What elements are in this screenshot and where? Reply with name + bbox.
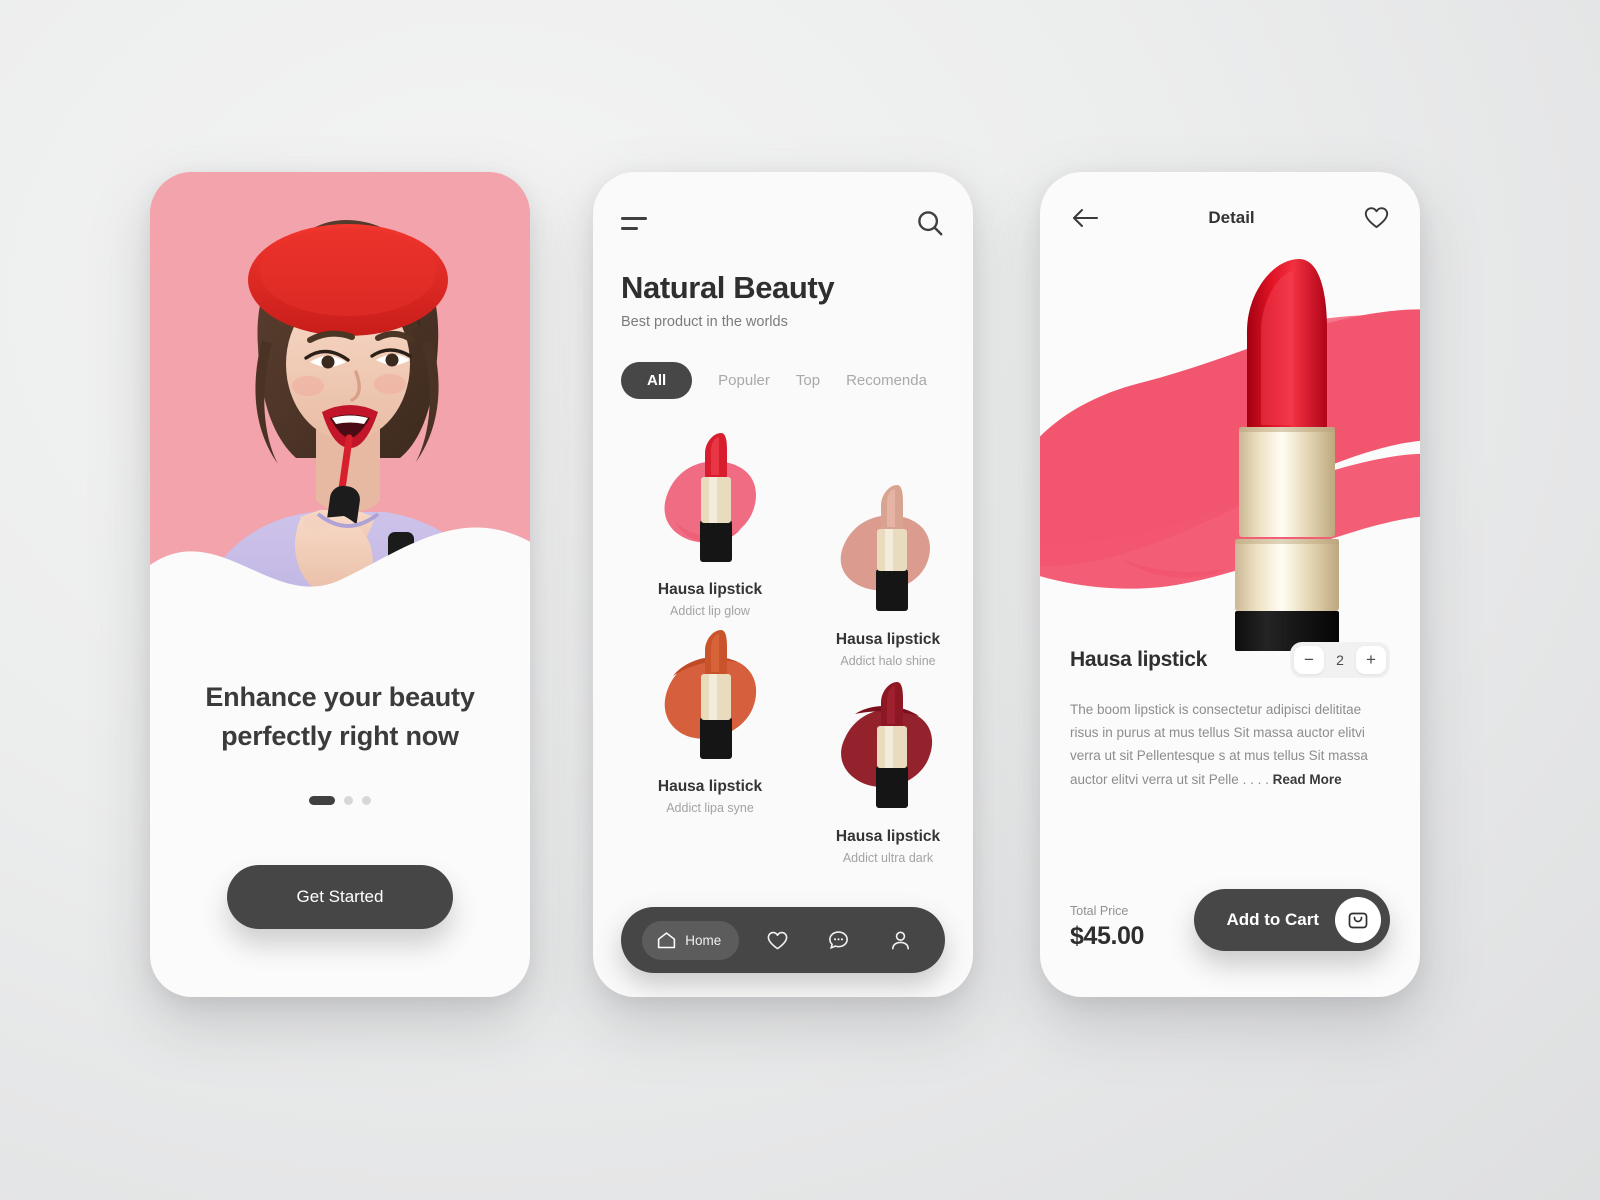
page-title: Enhance your beauty perfectly right now (184, 678, 496, 756)
product-image (803, 475, 973, 625)
quantity-decrease-button[interactable]: − (1294, 646, 1324, 674)
category-tabs: All Populer Top Recomenda (621, 362, 945, 399)
headline-line-1: Enhance your beauty (205, 682, 475, 712)
detail-header: Detail (1040, 172, 1420, 231)
product-title-row: Hausa lipstick − 2 + (1070, 642, 1390, 678)
heart-icon (767, 931, 788, 949)
total-price-label: Total Price (1070, 904, 1129, 918)
product-card[interactable]: Hausa lipstick Addict ultra dark (803, 672, 973, 865)
person-icon (891, 931, 909, 949)
tab-all[interactable]: All (621, 362, 693, 399)
arrow-left-icon[interactable] (1070, 205, 1100, 231)
bottom-navigation: Home (621, 907, 945, 973)
product-desc: Addict halo shine (840, 654, 936, 668)
quantity-value: 2 (1336, 652, 1344, 668)
search-icon[interactable] (915, 208, 945, 238)
product-desc: Addict ultra dark (842, 851, 934, 865)
home-screen: Natural Beauty Best product in the world… (593, 172, 973, 997)
lipstick-illustration (664, 433, 756, 562)
detail-hero-image (1040, 237, 1420, 651)
onboarding-body: Enhance your beauty perfectly right now … (150, 632, 530, 930)
nav-item-favorites[interactable] (754, 920, 801, 961)
carousel-dots[interactable] (184, 796, 496, 806)
product-name: Hausa lipstick (657, 581, 763, 598)
mockup-stage: Enhance your beauty perfectly right now … (0, 0, 1600, 1200)
read-more-link[interactable]: Read More (1273, 772, 1342, 787)
page-title: Natural Beauty (621, 270, 835, 305)
product-card[interactable]: Hausa lipstick Addict lip glow (625, 425, 795, 618)
product-grid: Hausa lipstick Addict lip glow Hausa lip… (621, 425, 945, 875)
heart-icon[interactable] (1363, 204, 1390, 231)
lipstick-illustration (840, 485, 930, 611)
phone-screen-detail: Detail Hausa lipstick − 2 + The boom lip… (1040, 172, 1420, 997)
chat-icon (829, 930, 849, 949)
phone-screen-home: Natural Beauty Best product in the world… (593, 172, 973, 997)
add-to-cart-label: Add to Cart (1226, 910, 1319, 929)
page-subtitle: Best product in the worlds (621, 314, 788, 330)
total-price-value: $45.00 (1070, 922, 1145, 950)
product-image (803, 672, 973, 822)
product-card[interactable]: Hausa lipstick Addict halo shine (803, 475, 973, 668)
detail-screen: Detail Hausa lipstick − 2 + The boom lip… (1040, 172, 1420, 997)
nav-item-profile[interactable] (877, 920, 924, 961)
shopping-bag-icon (1348, 912, 1368, 929)
product-name: Hausa lipstick (657, 778, 763, 795)
nav-item-home-label: Home (685, 932, 722, 948)
total-price-block: Total Price $45.00 (1070, 904, 1144, 951)
product-description-block: The boom lipstick is consectetur adipisc… (1070, 698, 1390, 791)
product-desc: Addict lipa syne (666, 801, 754, 815)
lipstick-product-image (1235, 259, 1339, 651)
tab-recomenda[interactable]: Recomenda (846, 372, 927, 389)
carousel-dot-3[interactable] (362, 796, 371, 806)
product-image (625, 622, 795, 772)
product-image (625, 425, 795, 575)
add-to-cart-button[interactable]: Add to Cart (1194, 889, 1390, 951)
product-name: Hausa lipstick (835, 828, 941, 845)
nav-item-home[interactable]: Home (642, 920, 740, 960)
tab-populer[interactable]: Populer (718, 372, 770, 389)
purchase-bar: Total Price $45.00 Add to Cart (1070, 889, 1390, 951)
lipstick-illustration (664, 630, 757, 759)
nav-item-messages[interactable] (815, 920, 862, 961)
hamburger-icon[interactable] (621, 213, 647, 234)
onboarding-hero (150, 172, 530, 632)
quantity-increase-button[interactable]: + (1356, 646, 1386, 674)
product-card[interactable]: Hausa lipstick Addict lipa syne (625, 622, 795, 815)
home-header (621, 202, 945, 244)
phone-screen-onboarding: Enhance your beauty perfectly right now … (150, 172, 530, 997)
hero-wave-divider (150, 527, 530, 632)
product-name: Hausa lipstick (835, 631, 941, 648)
bag-icon-circle (1335, 897, 1381, 943)
lipstick-illustration (841, 682, 933, 808)
carousel-dot-2[interactable] (344, 796, 353, 806)
tab-top[interactable]: Top (796, 372, 820, 389)
detail-info: Hausa lipstick − 2 + The boom lipstick i… (1040, 642, 1420, 791)
page-title: Detail (1208, 207, 1255, 227)
product-desc: Addict lip glow (670, 604, 750, 618)
headline-line-2: perfectly right now (221, 721, 459, 752)
get-started-button[interactable]: Get Started (227, 865, 453, 930)
carousel-dot-1[interactable] (309, 796, 335, 806)
quantity-stepper: − 2 + (1290, 642, 1390, 678)
product-name: Hausa lipstick (1070, 648, 1208, 671)
home-icon (658, 931, 676, 948)
